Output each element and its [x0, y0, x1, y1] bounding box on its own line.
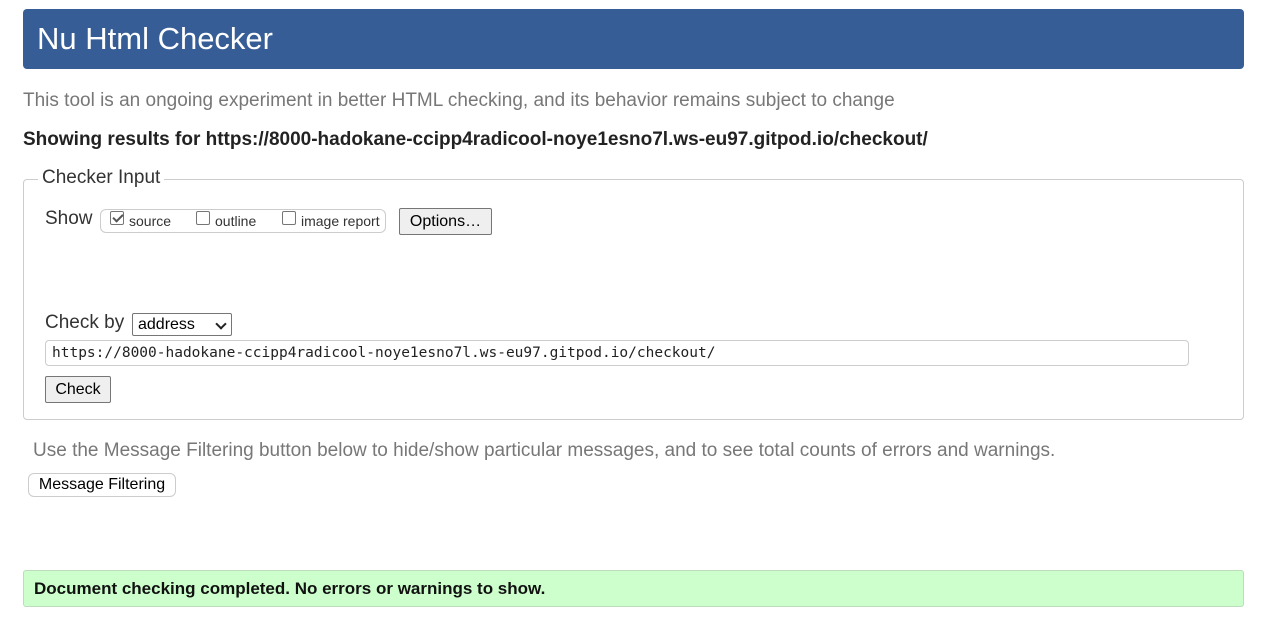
outline-checkbox-label[interactable]: outline	[215, 213, 256, 229]
url-input[interactable]: https://8000-hadokane-ccipp4radicool-noy…	[45, 340, 1189, 366]
success-message: Document checking completed. No errors o…	[23, 570, 1244, 607]
showing-results-url: https://8000-hadokane-ccipp4radicool-noy…	[205, 129, 928, 150]
source-checkbox-label[interactable]: source	[129, 213, 171, 229]
page-title: Nu Html Checker	[37, 21, 273, 56]
show-label: Show	[45, 208, 93, 229]
check-by-select[interactable]: address	[132, 313, 232, 336]
check-button[interactable]: Check	[45, 376, 111, 403]
message-filtering-button[interactable]: Message Filtering	[28, 473, 176, 497]
check-by-selected-value: address	[138, 316, 195, 333]
page-header: Nu Html Checker	[23, 9, 1244, 69]
showing-results-heading: Showing results for https://8000-hadokan…	[23, 129, 928, 151]
source-checkbox[interactable]	[110, 211, 124, 225]
message-filtering-hint: Use the Message Filtering button below t…	[33, 440, 1056, 461]
outline-checkbox[interactable]	[196, 211, 210, 225]
image-report-checkbox[interactable]	[282, 211, 296, 225]
showing-results-prefix: Showing results for	[23, 129, 206, 150]
checker-input-legend: Checker Input	[38, 166, 165, 190]
image-report-checkbox-label[interactable]: image report	[301, 213, 380, 229]
tool-subtitle: This tool is an ongoing experiment in be…	[23, 90, 895, 111]
options-button[interactable]: Options…	[399, 208, 492, 235]
check-by-label: Check by	[45, 312, 125, 333]
chevron-down-icon	[215, 318, 227, 330]
